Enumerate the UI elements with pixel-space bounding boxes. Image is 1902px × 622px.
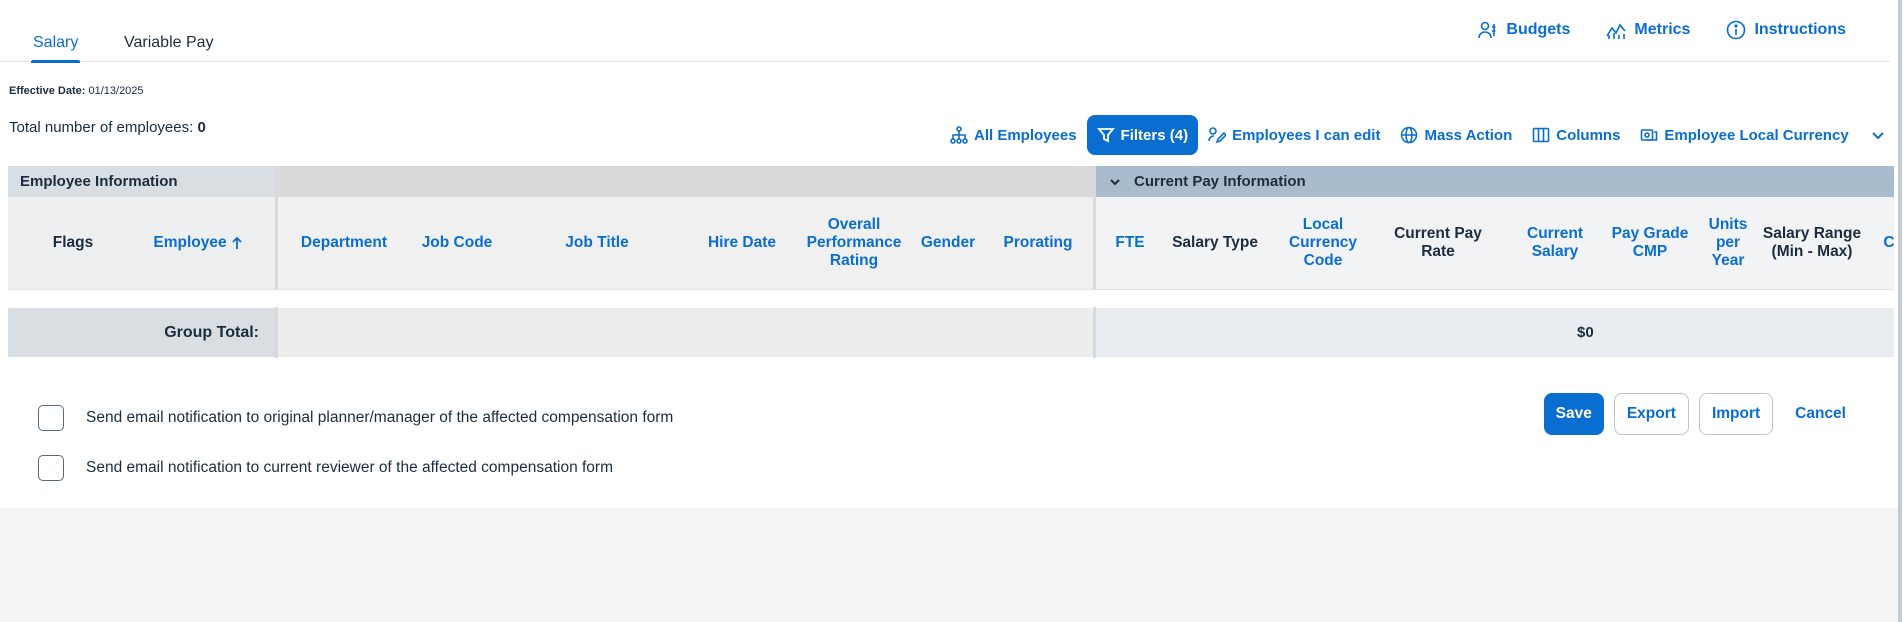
all-employees-button[interactable]: All Employees bbox=[940, 115, 1087, 155]
column-salary-type: Salary Type bbox=[1172, 234, 1258, 251]
column-current-salary[interactable]: Current Salary bbox=[1510, 197, 1600, 289]
notify-current-reviewer-checkbox[interactable] bbox=[38, 455, 64, 481]
table-toolbar: All Employees Filters (4) Employees I ca… bbox=[940, 115, 1884, 155]
total-employees: Total number of employees: 0 bbox=[9, 119, 206, 136]
top-links: Budgets Metrics Instructions bbox=[1478, 20, 1846, 40]
tab-salary[interactable]: Salary bbox=[30, 34, 81, 63]
notify-current-reviewer: Send email notification to current revie… bbox=[38, 455, 613, 481]
column-flags: Flags bbox=[52, 234, 94, 251]
employee-local-currency-button[interactable]: Employee Local Currency bbox=[1630, 115, 1858, 155]
column-employee[interactable]: Employee bbox=[128, 197, 268, 289]
mass-action-label: Mass Action bbox=[1424, 126, 1513, 144]
metrics-icon bbox=[1606, 23, 1627, 39]
group-total-current-salary: $0 bbox=[1577, 324, 1594, 341]
filters-button[interactable]: Filters (4) bbox=[1086, 115, 1199, 155]
current-pay-information-label: Current Pay Information bbox=[1134, 173, 1306, 190]
column-gender[interactable]: Gender bbox=[910, 197, 986, 289]
column-current-pay-rate: Current Pay Rate bbox=[1394, 225, 1482, 260]
total-employees-label: Total number of employees: bbox=[9, 119, 194, 136]
column-pay-grade-cmp[interactable]: Pay Grade CMP bbox=[1600, 197, 1700, 289]
group-header-blank bbox=[278, 166, 1093, 197]
employee-local-currency-label: Employee Local Currency bbox=[1664, 126, 1849, 144]
column-salary-range: Salary Range (Min - Max) bbox=[1762, 225, 1862, 260]
column-units-per-year[interactable]: Units per Year bbox=[1698, 197, 1758, 289]
column-local-currency-code[interactable]: Local Currency Code bbox=[1278, 197, 1368, 289]
notify-original-planner-label: Send email notification to original plan… bbox=[86, 409, 674, 426]
column-employee-label: Employee bbox=[153, 234, 227, 251]
globe-icon bbox=[1401, 126, 1418, 144]
group-total-band-right bbox=[1096, 308, 1894, 357]
cancel-button[interactable]: Cancel bbox=[1783, 393, 1858, 435]
table-empty-row bbox=[8, 289, 1894, 307]
column-prorating[interactable]: Prorating bbox=[988, 197, 1088, 289]
vertical-scrollbar[interactable] bbox=[1898, 0, 1902, 622]
notify-original-planner: Send email notification to original plan… bbox=[38, 405, 673, 431]
sort-ascending-icon bbox=[231, 236, 242, 249]
column-hire-date[interactable]: Hire Date bbox=[692, 197, 792, 289]
group-header-current-pay-information[interactable]: Current Pay Information bbox=[1096, 166, 1894, 197]
total-employees-value: 0 bbox=[197, 119, 206, 136]
export-button[interactable]: Export bbox=[1613, 393, 1689, 435]
column-overall-performance-rating[interactable]: Overall Performance Rating bbox=[800, 197, 908, 289]
effective-date: Effective Date: 01/13/2025 bbox=[9, 85, 144, 97]
group-total-band-middle bbox=[278, 308, 1093, 357]
save-button[interactable]: Save bbox=[1543, 393, 1604, 435]
columns-button[interactable]: Columns bbox=[1522, 115, 1630, 155]
import-button[interactable]: Import bbox=[1698, 393, 1774, 435]
currency-icon bbox=[1641, 129, 1658, 141]
metrics-link[interactable]: Metrics bbox=[1606, 20, 1690, 40]
notify-original-planner-checkbox[interactable] bbox=[38, 405, 64, 431]
column-job-title[interactable]: Job Title bbox=[512, 197, 682, 289]
mass-action-button[interactable]: Mass Action bbox=[1390, 115, 1522, 155]
hierarchy-icon bbox=[950, 126, 968, 144]
columns-label: Columns bbox=[1556, 126, 1621, 144]
employees-i-can-edit-button[interactable]: Employees I can edit bbox=[1198, 115, 1390, 155]
metrics-label: Metrics bbox=[1634, 21, 1691, 38]
all-employees-label: All Employees bbox=[974, 126, 1077, 144]
notify-current-reviewer-label: Send email notification to current revie… bbox=[86, 459, 613, 476]
group-header-employee-information: Employee Information bbox=[8, 166, 275, 197]
column-fte[interactable]: FTE bbox=[1100, 197, 1160, 289]
filters-label: Filters (4) bbox=[1120, 126, 1189, 144]
chevron-down-icon bbox=[1871, 132, 1884, 140]
info-icon bbox=[1727, 20, 1746, 40]
form-actions: Save Export Import Cancel bbox=[1543, 393, 1858, 435]
budgets-icon bbox=[1478, 21, 1496, 39]
edit-people-icon bbox=[1208, 127, 1227, 144]
column-cut-off[interactable]: C bbox=[1874, 197, 1894, 289]
budgets-label: Budgets bbox=[1506, 21, 1571, 38]
group-total-label: Group Total: bbox=[8, 308, 275, 357]
columns-icon bbox=[1532, 127, 1550, 143]
toolbar-overflow-button[interactable] bbox=[1859, 115, 1897, 155]
filter-icon bbox=[1096, 128, 1115, 143]
column-job-code[interactable]: Job Code bbox=[402, 197, 512, 289]
tab-variable-pay[interactable]: Variable Pay bbox=[124, 34, 214, 52]
instructions-link[interactable]: Instructions bbox=[1726, 20, 1846, 40]
effective-date-value: 01/13/2025 bbox=[88, 85, 144, 97]
chevron-down-icon[interactable] bbox=[1108, 175, 1122, 189]
employees-i-can-edit-label: Employees I can edit bbox=[1232, 126, 1381, 144]
instructions-label: Instructions bbox=[1754, 21, 1846, 38]
tab-bar: Salary Variable Pay Budgets Metrics Inst… bbox=[0, 0, 1890, 63]
column-department[interactable]: Department bbox=[286, 197, 402, 289]
compensation-table: Employee Information Current Pay Informa… bbox=[8, 166, 1894, 358]
compensation-page: Salary Variable Pay Budgets Metrics Inst… bbox=[0, 0, 1902, 508]
effective-date-label: Effective Date: bbox=[9, 85, 86, 97]
budgets-link[interactable]: Budgets bbox=[1478, 20, 1570, 40]
